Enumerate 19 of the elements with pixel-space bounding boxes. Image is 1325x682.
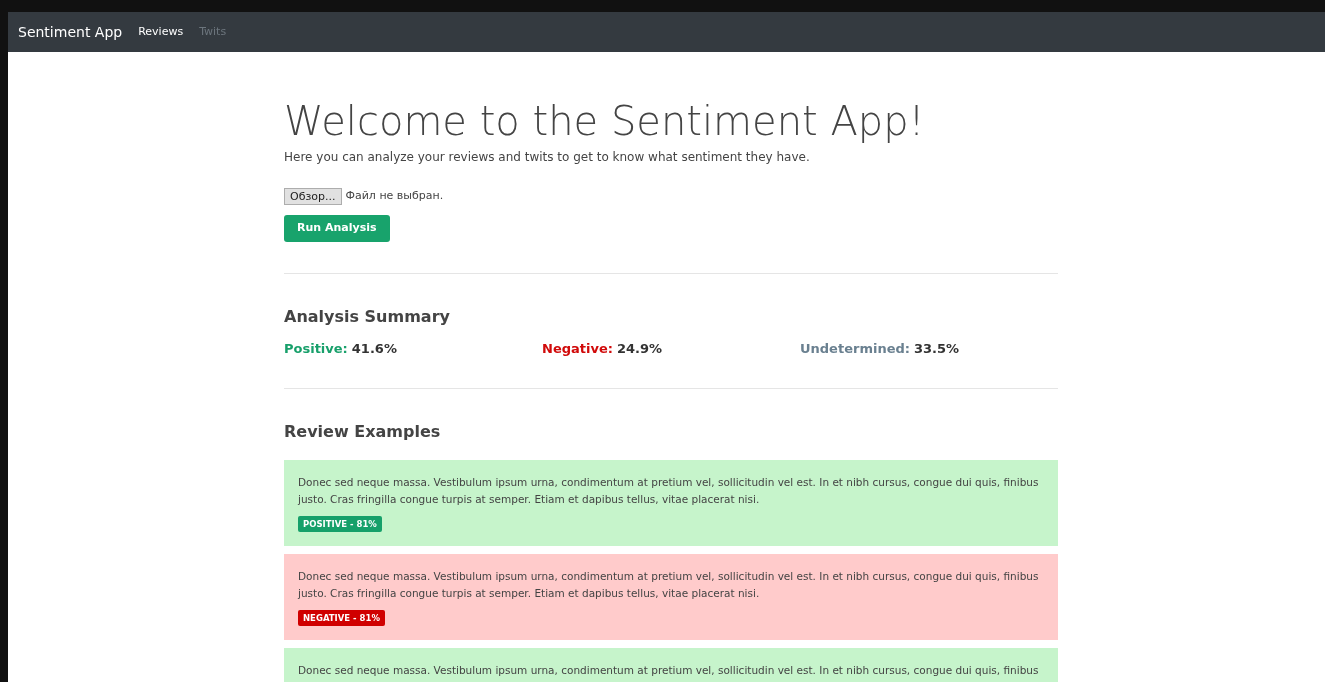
summary-label: Positive: xyxy=(284,340,348,358)
section-title: Review Examples xyxy=(284,420,442,443)
review-text: Donec sed neque massa. Vestibulum ipsum urna, condimentum at pretium vel, sollicitudin vel est. In et nibh cursus, congue dui quis, finibus xyxy=(298,662,1040,678)
file-status: Файл не выбран. xyxy=(345,188,444,205)
summary-value: 33.5% xyxy=(913,340,960,358)
page-title: Welcome to the Sentiment App! xyxy=(284,97,926,145)
sentiment-badge: POSITIVE - 81% xyxy=(298,515,382,533)
summary-value: 24.9% xyxy=(616,340,663,358)
section-title: Analysis Summary xyxy=(284,306,451,328)
brand-link[interactable]: Sentiment App xyxy=(18,21,123,43)
nav-link[interactable]: Reviews xyxy=(138,23,184,41)
summary-label: Negative: xyxy=(542,340,613,358)
review-text: Donec sed neque massa. Vestibulum ipsum urna, condimentum at pretium vel, sollicitudin vel est. In et nibh cursus, congue dui quis, finibus justo. Cras fringilla congue turpis at semper. Etiam et dapibus tellus, vitae placerat nisi. xyxy=(298,474,1040,507)
summary-label: Undetermined: xyxy=(800,340,910,358)
sentiment-badge: NEGATIVE - 81% xyxy=(298,609,385,627)
summary-value: 41.6% xyxy=(351,340,397,358)
review-text: Donec sed neque massa. Vestibulum ipsum urna, condimentum at pretium vel, sollicitudin vel est. In et nibh cursus, congue dui quis, finibus justo. Cras fringilla congue turpis at semper. Etiam et dapibus tellus, vitae placerat nisi. xyxy=(298,568,1040,601)
browse-button[interactable]: Обзор... xyxy=(284,188,342,205)
page-subtitle: Here you can analyze your reviews and twits to get to know what sentiment they have. xyxy=(284,149,811,166)
